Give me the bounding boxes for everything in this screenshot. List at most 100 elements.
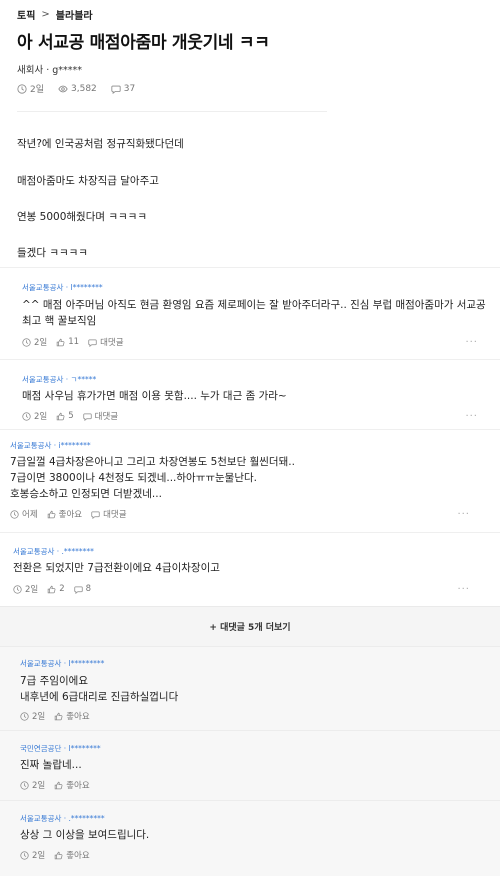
thumbs-up-icon — [54, 851, 63, 860]
comment-like-count: 2 — [59, 584, 65, 594]
post-title: 아 서교공 매점아줌마 개웃기네 ㅋㅋ — [17, 33, 270, 53]
chat-bubble-icon — [74, 585, 83, 594]
comment-line: 매점 사우님 휴가가면 매점 이용 못함.... 누가 대근 좀 가라~ — [22, 390, 287, 402]
post-time-text: 2일 — [30, 85, 45, 95]
clock-icon — [22, 412, 31, 421]
reply-time: 2일 — [20, 710, 45, 722]
comment-reply-label: 대댓글 — [100, 338, 124, 348]
reply-meta: 2일 좋아요 — [20, 779, 90, 791]
chat-bubble-icon — [83, 412, 92, 421]
comment-reply-button[interactable]: 8 — [74, 584, 91, 594]
reply-meta: 2일 좋아요 — [20, 849, 90, 861]
reply-time-text: 2일 — [32, 781, 46, 791]
comment-text: 7급일껄 4급차장은아니고 그리고 차장연봉도 5천보단 훨씬더돼.. 7급이면… — [10, 454, 295, 502]
comment-author[interactable]: 서울교통공사 · i******** — [10, 440, 91, 451]
post-views-text: 3,582 — [71, 83, 97, 94]
comment-reply-label: 대댓글 — [94, 412, 119, 422]
comment-time-text: 2일 — [34, 412, 48, 422]
reply-author[interactable]: 국민연금공단 · l******** — [20, 743, 101, 754]
thumbs-up-icon — [54, 712, 63, 721]
chat-bubble-icon — [91, 510, 100, 519]
reply-like-button[interactable]: 좋아요 — [54, 710, 90, 722]
thumbs-up-icon — [47, 585, 56, 594]
more-replies-button[interactable]: + 대댓글 5개 더보기 — [0, 606, 500, 646]
comment-like-count: 11 — [68, 337, 80, 347]
reply-text: 진짜 놀랍네... — [20, 757, 82, 773]
breadcrumb-separator: > — [41, 9, 50, 20]
reply-line: 내후년에 6급대리로 진급하실껍니다 — [20, 691, 179, 703]
chat-bubble-icon — [88, 338, 97, 347]
comment-line: 호봉승소하고 인정되면 더받겠네... — [10, 488, 162, 500]
post-body-line: 들겠다 ㅋㅋㅋㅋ — [17, 247, 88, 259]
comment-more-button[interactable]: ... — [457, 506, 470, 517]
reply-text: 상상 그 이상을 보여드립니다. — [20, 827, 149, 843]
comment-reply-count: 8 — [85, 584, 92, 594]
post-views: 3,582 — [58, 84, 97, 94]
comment-item: 서울교통공사 · ㄱ***** 매점 사우님 휴가가면 매점 이용 못함....… — [0, 359, 500, 429]
comment-like-count: 5 — [68, 411, 74, 421]
chat-bubble-icon — [111, 84, 121, 94]
comment-like-button[interactable]: 2 — [47, 584, 65, 594]
comment-meta: 어제 좋아요 대댓글 — [10, 508, 127, 520]
comment-line: 전환은 되었지만 7급전환이에요 4급이차장이고 — [13, 562, 220, 574]
post-time: 2일 — [17, 82, 44, 95]
comment-reply-button[interactable]: 대댓글 — [83, 410, 118, 422]
reply-text: 7급 주임이에요 내후년에 6급대리로 진급하실껍니다 — [20, 673, 178, 705]
comment-reply-button[interactable]: 대댓글 — [91, 508, 127, 520]
post-meta: 2일 3,582 37 — [17, 82, 135, 95]
reply-line: 상상 그 이상을 보여드립니다. — [20, 829, 150, 841]
comment-like-button[interactable]: 11 — [56, 337, 79, 347]
comment-line: 최고 핵 꿀보직임 — [22, 315, 97, 327]
reply-item: 서울교통공사 · .********* 상상 그 이상을 보여드립니다. 2일 … — [0, 800, 500, 876]
reply-author[interactable]: 서울교통공사 · l********* — [20, 658, 104, 669]
comment-meta: 2일 2 8 — [13, 583, 91, 595]
comment-reply-label: 대댓글 — [103, 510, 127, 520]
comment-item: 서울교통공사 · .******** 전환은 되었지만 7급전환이에요 4급이차… — [0, 532, 500, 606]
breadcrumb-topic[interactable]: 토픽 — [17, 7, 35, 22]
comment-like-count: 좋아요 — [58, 510, 83, 520]
post-body-line: 작년?에 인국공처럼 정규직화됐다던데 — [17, 138, 184, 150]
reply-like-button[interactable]: 좋아요 — [54, 849, 90, 861]
reply-line: 진짜 놀랍네... — [20, 759, 82, 771]
clock-icon — [22, 338, 31, 347]
comment-more-button[interactable]: ... — [465, 408, 478, 419]
clock-icon — [13, 585, 22, 594]
comment-line: ^^ 매점 아주머님 아직도 현금 환영임 요즘 제로페이는 잘 받아주더라구.… — [22, 299, 486, 311]
comment-more-button[interactable]: ... — [465, 334, 478, 345]
comment-author[interactable]: 서울교통공사 · l******** — [22, 282, 103, 293]
thumbs-up-icon — [54, 781, 63, 790]
comment-more-button[interactable]: ... — [457, 581, 470, 592]
thumbs-up-icon — [56, 412, 65, 421]
comment-time: 어제 — [10, 508, 38, 520]
clock-icon — [20, 712, 29, 721]
post-comments[interactable]: 37 — [111, 84, 135, 94]
reply-line: 7급 주임이에요 — [20, 675, 88, 687]
reply-like-label: 좋아요 — [66, 851, 90, 861]
comment-author[interactable]: 서울교통공사 · .******** — [13, 546, 94, 557]
comment-author[interactable]: 서울교통공사 · ㄱ***** — [22, 374, 96, 385]
comment-reply-button[interactable]: 대댓글 — [88, 336, 124, 348]
thumbs-up-icon — [47, 510, 56, 519]
breadcrumb-board[interactable]: 블라블라 — [56, 7, 93, 22]
reply-time-text: 2일 — [32, 712, 46, 722]
comment-meta: 2일 5 대댓글 — [22, 410, 118, 422]
reply-meta: 2일 좋아요 — [20, 710, 90, 722]
comment-line: 7급이면 3800이나 4천정도 되겠네...하아ㅠㅠ눈물난다. — [10, 472, 257, 484]
comment-text: 매점 사우님 휴가가면 매점 이용 못함.... 누가 대근 좀 가라~ — [22, 388, 287, 404]
reply-time: 2일 — [20, 849, 45, 861]
eye-icon — [58, 84, 68, 94]
comment-item: 서울교통공사 · i******** 7급일껄 4급차장은아니고 그리고 차장연… — [0, 429, 500, 532]
comment-time: 2일 — [22, 336, 47, 348]
comment-like-button[interactable]: 5 — [56, 411, 74, 421]
comment-time-text: 2일 — [25, 585, 39, 595]
reply-author[interactable]: 서울교통공사 · .********* — [20, 813, 105, 824]
comment-time-text: 2일 — [34, 338, 48, 348]
post-body-line: 매점아줌마도 차장직급 달아주고 — [17, 175, 159, 187]
comment-like-button[interactable]: 좋아요 — [47, 508, 82, 520]
reply-time-text: 2일 — [32, 851, 46, 861]
clock-icon — [10, 510, 19, 519]
post-author[interactable]: 새회사 · g***** — [17, 62, 82, 76]
clock-icon — [17, 84, 27, 94]
post-comments-text: 37 — [123, 83, 136, 94]
reply-like-button[interactable]: 좋아요 — [54, 779, 90, 791]
